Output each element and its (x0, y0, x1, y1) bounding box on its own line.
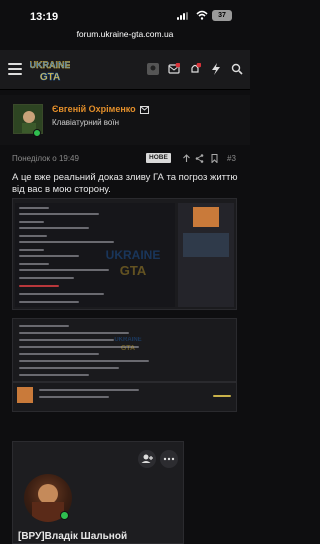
address-bar[interactable]: forum.ukraine-gta.com.ua (0, 29, 250, 39)
next-author-name[interactable]: [ВРУ]Владік Шальной (18, 531, 127, 542)
site-logo[interactable]: UKRAINE GTA (30, 56, 70, 84)
logo-text-bottom: GTA (40, 72, 60, 83)
attached-screenshot[interactable]: UKRAINE GTA (12, 198, 237, 310)
alerts-icon[interactable] (189, 63, 201, 75)
inbox-icon[interactable] (168, 63, 180, 75)
author-name-text[interactable]: Євгеній Охріменко (52, 104, 136, 114)
post-number[interactable]: #3 (227, 154, 236, 163)
search-icon[interactable] (231, 63, 243, 75)
svg-text:GTA: GTA (120, 263, 147, 278)
author-name[interactable]: Євгеній Охріменко (52, 104, 150, 114)
arrow-up-icon[interactable] (182, 154, 191, 163)
svg-text:UKRAINE: UKRAINE (114, 337, 141, 343)
user-avatar-icon[interactable] (147, 63, 159, 75)
post-date[interactable]: Понеділок о 19:49 (12, 154, 79, 163)
svg-text:GTA: GTA (121, 345, 135, 352)
post-body: А це вже реальний доказ зливу ГА та погр… (12, 172, 238, 195)
attached-screenshot-2[interactable]: UKRAINE GTA (12, 318, 237, 382)
online-indicator-next (60, 511, 69, 520)
ellipsis-icon (163, 457, 175, 461)
message-icon[interactable] (140, 105, 150, 114)
online-indicator (33, 129, 41, 137)
signal-icon (177, 12, 191, 20)
battery-indicator: 37 (212, 10, 232, 21)
attached-screenshot-3[interactable] (12, 382, 237, 412)
share-icon[interactable] (195, 154, 204, 163)
author-role: Клавіатурний воїн (52, 118, 120, 127)
menu-icon[interactable] (8, 63, 22, 75)
user-add-icon (141, 454, 153, 463)
status-bar: 13:19 37 (0, 0, 250, 23)
follow-user-button[interactable] (138, 450, 156, 468)
clock: 13:19 (30, 11, 59, 23)
logo-text-top: UKRAINE (30, 60, 70, 70)
svg-text:UKRAINE: UKRAINE (106, 248, 161, 262)
watermark-logo-2: UKRAINE GTA (114, 337, 141, 352)
lightning-icon[interactable] (210, 63, 222, 75)
wifi-icon (196, 10, 208, 20)
more-options-button[interactable] (160, 450, 178, 468)
new-badge: НОВЕ (146, 153, 171, 163)
bookmark-icon[interactable] (210, 154, 219, 163)
site-header: UKRAINE GTA (0, 50, 250, 90)
watermark-logo: UKRAINE GTA (106, 248, 161, 278)
